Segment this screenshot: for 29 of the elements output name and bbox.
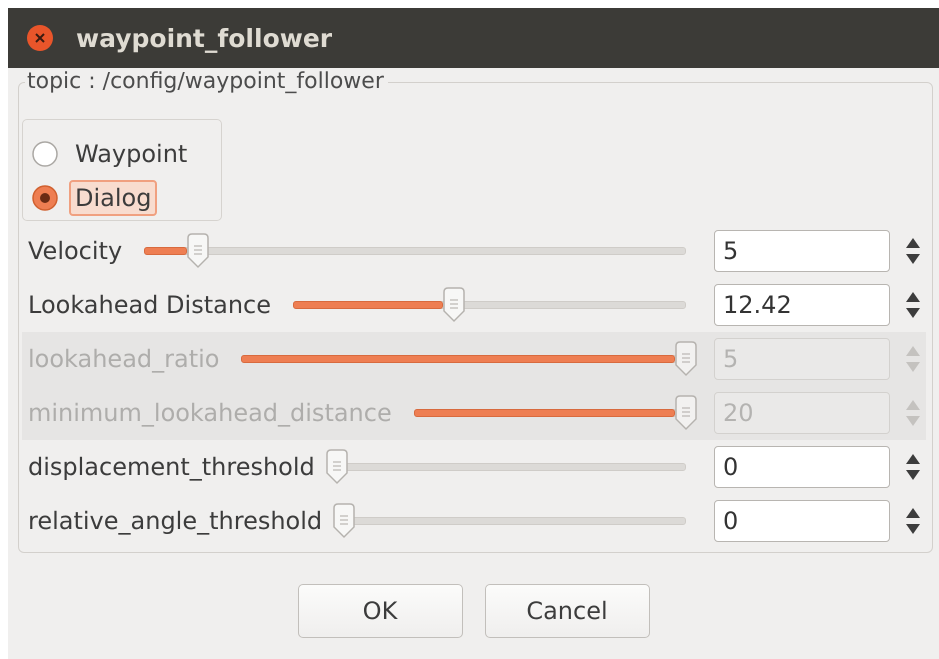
parameter-label: minimum_lookahead_distance <box>28 399 392 427</box>
dialog-button[interactable]: Cancel <box>484 584 650 638</box>
parameter-label: Velocity <box>28 237 122 265</box>
parameter-label: relative_angle_threshold <box>28 507 322 535</box>
radio-option[interactable]: Dialog <box>31 180 221 216</box>
slider-handle[interactable] <box>442 287 466 323</box>
decrement-arrow-icon[interactable] <box>906 524 920 534</box>
slider-handle[interactable] <box>186 233 210 269</box>
parameter-label: Lookahead Distance <box>28 291 271 319</box>
dialog-button[interactable]: OK <box>298 584 462 638</box>
increment-arrow-icon[interactable] <box>906 454 920 464</box>
value-field[interactable]: 5 <box>714 230 890 272</box>
value-field[interactable]: 0 <box>714 446 890 488</box>
value-field[interactable]: 0 <box>714 500 890 542</box>
group-title: topic : /config/waypoint_follower <box>25 69 388 94</box>
radio-option[interactable]: Waypoint <box>31 136 221 172</box>
decrement-arrow-icon[interactable] <box>906 470 920 480</box>
increment-arrow-icon[interactable] <box>906 238 920 248</box>
increment-arrow-icon[interactable] <box>906 508 920 518</box>
parameter-label: displacement_threshold <box>28 453 315 481</box>
value-field[interactable]: 12.42 <box>714 284 890 326</box>
close-icon[interactable] <box>26 24 54 52</box>
slider-handle[interactable] <box>332 503 356 539</box>
parameter-label: lookahead_ratio <box>28 345 220 373</box>
slider-handle[interactable] <box>324 449 349 485</box>
decrement-arrow-icon[interactable] <box>906 308 920 318</box>
window-title: waypoint_follower <box>76 24 332 52</box>
increment-arrow-icon[interactable] <box>906 292 920 302</box>
decrement-arrow-icon[interactable] <box>906 254 920 264</box>
